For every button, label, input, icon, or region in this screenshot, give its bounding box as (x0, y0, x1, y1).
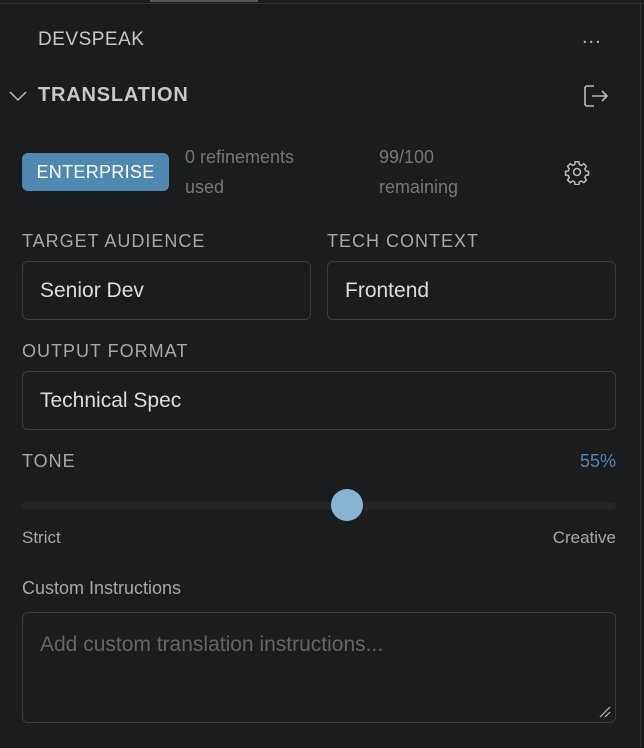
refinements-used: 0 refinements used (185, 142, 294, 202)
custom-instructions-label: Custom Instructions (22, 578, 182, 598)
target-audience-select[interactable]: Senior Dev (22, 261, 311, 320)
panel-border (640, 3, 641, 748)
refinements-suffix: used (185, 177, 225, 197)
target-audience-label: TARGET AUDIENCE (22, 231, 206, 251)
output-format-label: OUTPUT FORMAT (22, 341, 189, 361)
gear-icon[interactable] (564, 159, 590, 185)
divider (0, 3, 644, 4)
remaining-count: 99/100 remaining (379, 142, 458, 202)
section-title[interactable]: TRANSLATION (38, 84, 189, 107)
tone-percent: 55% (579, 451, 616, 471)
more-actions-button[interactable]: ... (582, 26, 602, 49)
active-tab-indicator (150, 0, 258, 2)
remaining-value: 99/100 (379, 147, 435, 167)
refinements-count: 0 refinements (185, 147, 295, 167)
tone-slider-track[interactable] (22, 502, 616, 510)
custom-instructions-input[interactable] (22, 612, 616, 723)
tech-context-select[interactable]: Frontend (327, 261, 616, 320)
tone-max-label: Creative (552, 528, 616, 547)
tone-min-label: Strict (22, 528, 61, 547)
remaining-suffix: remaining (379, 177, 459, 197)
chevron-down-icon[interactable] (8, 86, 28, 106)
plan-badge: ENTERPRISE (22, 153, 169, 191)
sign-out-icon[interactable] (582, 82, 610, 110)
tone-label: TONE (22, 451, 76, 471)
resize-handle-icon[interactable] (599, 706, 611, 718)
tone-slider-thumb[interactable] (331, 489, 364, 521)
panel-title: DEVSPEAK (38, 29, 145, 50)
tech-context-label: TECH CONTEXT (327, 231, 480, 251)
output-format-select[interactable]: Technical Spec (22, 371, 616, 430)
